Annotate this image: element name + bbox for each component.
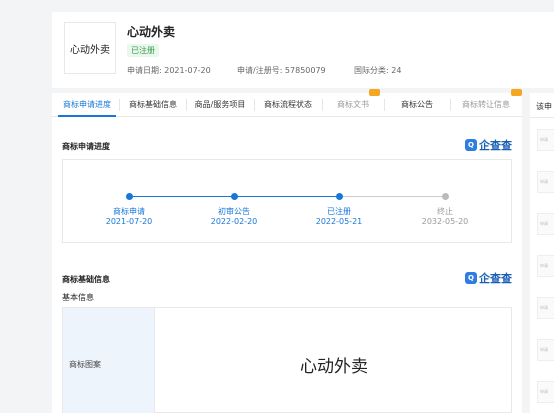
timeline-dot xyxy=(336,193,343,200)
registration-number: 申请/注册号: 57850079 xyxy=(237,66,326,75)
tab-new-marker xyxy=(369,89,380,96)
tab-divider xyxy=(254,99,255,111)
status-badge: 已注册 xyxy=(127,44,159,57)
timeline-line-pending xyxy=(339,196,445,197)
basic-info-section-title: 商标基础信息 xyxy=(62,275,110,284)
tab-application-progress[interactable]: 商标申请进度 xyxy=(58,93,116,117)
tab-bar: 商标申请进度 商标基础信息 商品/服务项目 商标流程状态 商标文书 商标公告 商… xyxy=(52,89,522,117)
qichacha-logo[interactable]: Q 企查查 xyxy=(465,137,512,153)
tab-documents[interactable]: 商标文书 xyxy=(324,89,382,117)
table-label-cell: 商标图案 xyxy=(63,308,155,413)
side-list-item[interactable]: 申请 xyxy=(537,171,554,193)
basic-info-table: 商标图案 心动外卖 xyxy=(62,307,512,413)
tab-goods-services[interactable]: 商品/服务项目 xyxy=(188,93,252,117)
tab-divider xyxy=(322,99,323,111)
side-list-item[interactable]: 申请 xyxy=(537,213,554,235)
tab-divider xyxy=(384,99,385,111)
timeline-dot xyxy=(442,193,449,200)
main-content-card: 商标申请进度 商标基础信息 商品/服务项目 商标流程状态 商标文书 商标公告 商… xyxy=(52,89,522,413)
tab-transfer-info[interactable]: 商标转让信息 xyxy=(452,89,522,117)
tab-process-status[interactable]: 商标流程状态 xyxy=(256,93,320,117)
step-label: 终止 xyxy=(437,207,453,216)
qichacha-icon: Q xyxy=(465,139,477,151)
qichacha-logo-text: 企查查 xyxy=(479,272,512,285)
tab-basic-info[interactable]: 商标基础信息 xyxy=(122,93,184,117)
qichacha-logo[interactable]: Q 企查查 xyxy=(465,270,512,286)
tab-divider xyxy=(119,99,120,111)
basic-info-subtitle: 基本信息 xyxy=(62,293,94,302)
progress-section-title: 商标申请进度 xyxy=(62,142,110,151)
trademark-header-card: 心动外卖 心动外卖 已注册 申请日期: 2021-07-20 申请/注册号: 5… xyxy=(52,12,554,88)
step-date: 2032-05-20 xyxy=(421,217,469,226)
side-panel-heading: 该申 xyxy=(536,102,552,111)
qichacha-logo-text: 企查查 xyxy=(479,139,512,152)
side-list-item[interactable]: 申请 xyxy=(537,297,554,319)
step-date: 2022-02-20 xyxy=(210,217,258,226)
trademark-logo: 心动外卖 xyxy=(64,22,116,74)
side-divider xyxy=(530,117,554,118)
step-label: 已注册 xyxy=(327,207,351,216)
trademark-logo-text: 心动外卖 xyxy=(70,44,110,56)
progress-timeline: 商标申请 2021-07-20 初审公告 2022-02-20 已注册 2022… xyxy=(62,159,512,243)
tab-divider xyxy=(450,99,451,111)
brand-name: 心动外卖 xyxy=(127,25,176,39)
tab-new-marker xyxy=(511,89,522,96)
side-panel: 该申 申请 申请 申请 申请 申请 申请 申请 xyxy=(530,93,554,413)
side-list-item[interactable]: 申请 xyxy=(537,129,554,151)
step-label: 商标申请 xyxy=(113,207,145,216)
trademark-pattern-value: 心动外卖 xyxy=(300,357,368,377)
step-date: 2022-05-21 xyxy=(315,217,363,226)
tab-announcements[interactable]: 商标公告 xyxy=(386,93,448,117)
step-date: 2021-07-20 xyxy=(105,217,153,226)
international-class: 国际分类: 24 xyxy=(354,66,402,75)
trademark-pattern-label: 商标图案 xyxy=(69,360,101,369)
tab-documents-label: 商标文书 xyxy=(337,100,369,109)
step-label: 初审公告 xyxy=(218,207,250,216)
qichacha-icon: Q xyxy=(465,272,477,284)
timeline-dot xyxy=(231,193,238,200)
side-list-item[interactable]: 申请 xyxy=(537,381,554,403)
apply-date: 申请日期: 2021-07-20 xyxy=(127,66,211,75)
tab-divider xyxy=(186,99,187,111)
timeline-dot xyxy=(126,193,133,200)
side-list-item[interactable]: 申请 xyxy=(537,339,554,361)
side-list-item[interactable]: 申请 xyxy=(537,255,554,277)
tab-transfer-info-label: 商标转让信息 xyxy=(462,100,510,109)
